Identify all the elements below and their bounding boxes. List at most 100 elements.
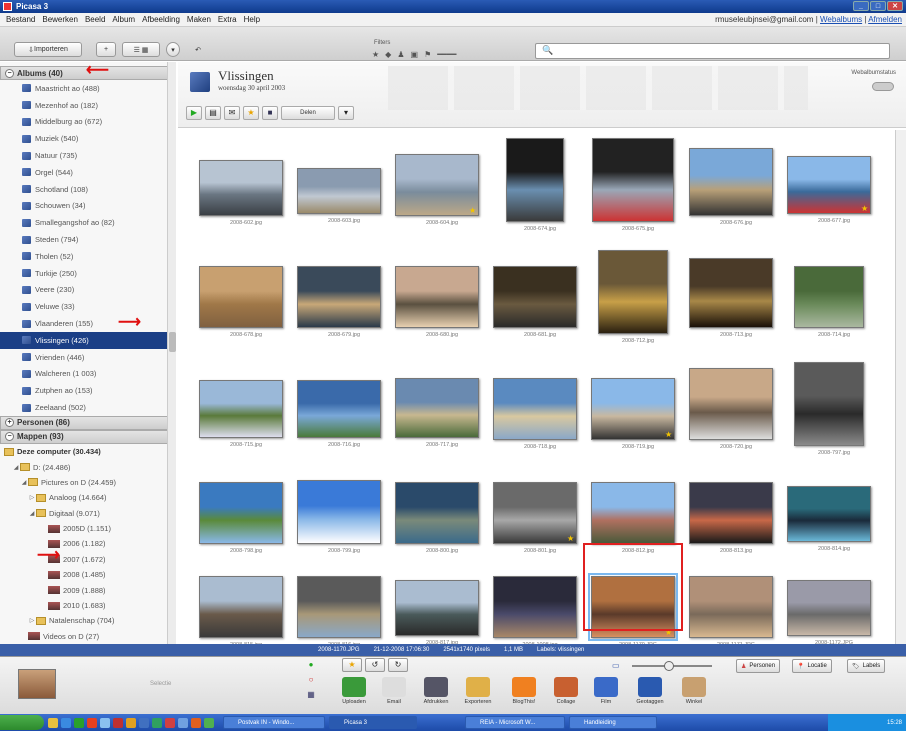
photo-thumbnail[interactable]: 2008-720.jpg [686,362,786,462]
tray-tool-button[interactable]: BlogThis! [506,677,542,705]
view-mode-toggle[interactable]: ☰ ▦ [122,42,160,57]
add-button[interactable]: + [96,42,116,57]
menu-item-help[interactable]: Help [244,15,260,24]
webalbums-link[interactable]: Webalbums [820,15,862,24]
print-icon[interactable]: ▤ [205,106,221,120]
photo-thumbnail[interactable]: 2008-712.jpg [588,250,688,350]
filter-slider[interactable]: ━━━━ [437,50,456,59]
photo-thumbnail[interactable]: 2008-680.jpg [392,250,492,350]
sidebar-album-item[interactable]: Mezenhof ao (182) [0,97,175,114]
tray-tool-button[interactable]: Winkel [676,677,712,705]
sidebar-album-item[interactable]: Natuur (735) [0,147,175,164]
expand-arrow-icon[interactable]: ▷ [28,617,36,624]
photo-image[interactable] [199,482,283,544]
photo-image[interactable] [297,168,381,214]
import-button[interactable]: ⇩ Importeren [14,42,82,57]
folder-tree-item[interactable]: Videos on D (27) [0,629,175,644]
quick-launch-icon[interactable] [139,717,149,728]
quick-launch-icon[interactable] [165,717,175,728]
tray-tool-button[interactable]: Uploaden [336,677,372,705]
photo-thumbnail[interactable]: 2008-676.jpg [686,138,786,238]
sidebar-album-item[interactable]: Vrienden (446) [0,349,175,366]
logout-link[interactable]: Afmelden [868,15,902,24]
add-to-album-icon[interactable]: ▦ [304,690,318,699]
photo-image[interactable] [199,576,283,638]
folder-tree-item[interactable]: 2010 (1.683) [0,598,175,613]
photo-image[interactable] [199,380,283,438]
photo-thumbnail[interactable]: 2008-713.jpg [686,250,786,350]
sidebar-album-item[interactable]: Middelburg ao (672) [0,114,175,131]
quick-launch-icon[interactable] [61,717,71,728]
folder-tree-item[interactable]: ◢ Pictures on D (24.459) [0,475,175,490]
photo-thumbnail[interactable]: 2008-814.jpg [784,466,884,566]
folder-tree-item[interactable]: ▷ Natalenschap (704) [0,613,175,628]
photo-image[interactable] [787,156,871,214]
photo-thumbnail[interactable]: ★ 2008-604.jpg [392,138,492,238]
play-slideshow-icon[interactable]: ▶ [186,106,202,120]
photo-thumbnail[interactable]: ★ 2008-719.jpg [588,362,688,462]
photo-image[interactable] [395,266,479,328]
photo-image[interactable] [787,580,871,636]
photo-thumbnail[interactable]: 2008-603.jpg [294,138,394,238]
photo-thumbnail[interactable]: 2008-679.jpg [294,250,394,350]
photo-image[interactable] [689,482,773,544]
email-icon[interactable]: ✉ [224,106,240,120]
location-button[interactable]: 📍 Locatie [792,659,832,673]
sidebar-album-item[interactable]: Schouwen (34) [0,198,175,215]
menu-item-bewerken[interactable]: Bewerken [42,15,78,24]
photo-image[interactable] [689,258,773,328]
people-button[interactable]: ♟ Personen [736,659,781,673]
menu-item-afbeelding[interactable]: Afbeelding [142,15,180,24]
photo-image[interactable] [689,368,773,440]
photo-image[interactable] [591,378,675,440]
quick-launch-icon[interactable] [113,717,123,728]
share-dropdown-icon[interactable]: ▾ [338,106,354,120]
photo-thumbnail[interactable]: 2008-714.jpg [784,250,884,350]
sidebar-album-item[interactable]: Walcheren (1 003) [0,366,175,383]
photo-image[interactable] [297,380,381,438]
photo-image[interactable] [591,482,675,544]
photo-thumbnail[interactable]: 2008-674.jpg [490,138,590,238]
photo-thumbnail[interactable]: 2008-798.jpg [196,466,296,566]
sidebar-album-item[interactable]: Steden (794) [0,231,175,248]
sidebar-scroll-thumb[interactable] [169,332,176,352]
search-input[interactable]: 🔍 [535,43,890,59]
photo-image[interactable] [493,482,577,544]
photo-thumbnail[interactable]: 2008-800.jpg [392,466,492,566]
folder-tree-item[interactable]: ◢ Digitaal (9.071) [0,506,175,521]
expand-arrow-icon[interactable]: ◢ [12,464,20,471]
quick-launch-icon[interactable] [100,717,110,728]
tray-tool-button[interactable]: Exporteren [460,677,496,705]
photo-thumbnail[interactable]: 2008-715.jpg [196,362,296,462]
task-word[interactable]: REIA - Microsoft W... [465,716,565,729]
sidebar-album-item[interactable]: Zeelaand (502) [0,399,175,416]
photo-image[interactable] [493,266,577,328]
labels-button[interactable]: 🏷 Labels [847,659,886,673]
collapse-icon[interactable]: − [5,68,14,78]
quick-launch-icon[interactable] [48,717,58,728]
folder-tree-item[interactable]: ◢ D: (24.486) [0,459,175,474]
movie-filter-icon[interactable]: ▣ [411,50,419,59]
sidebar-album-item[interactable]: Turkije (250) [0,265,175,282]
photo-thumbnail[interactable]: 2008-813.jpg [686,466,786,566]
star-icon[interactable]: ★ [342,658,362,672]
photo-image[interactable] [794,266,864,328]
quick-launch-icon[interactable] [152,717,162,728]
photo-image[interactable] [506,138,564,222]
minimize-button[interactable]: _ [853,1,869,11]
person-filter-icon[interactable]: ♟ [397,50,404,59]
photo-thumbnail[interactable]: 2008-716.jpg [294,362,394,462]
geotag-filter-icon[interactable]: ⚑ [424,50,431,59]
task-handleiding[interactable]: Handleiding [569,716,657,729]
photo-image[interactable] [794,362,864,446]
photo-image[interactable] [199,266,283,328]
zoom-knob[interactable] [664,661,674,671]
sidebar-album-item[interactable]: Orgel (544) [0,164,175,181]
maximize-button[interactable]: □ [870,1,886,11]
webalbum-sync-toggle[interactable] [872,82,894,91]
task-picasa[interactable]: Picasa 3 [329,716,417,729]
selected-photo-thumbnail[interactable] [18,669,56,699]
quick-launch-icon[interactable] [178,717,188,728]
sidebar-album-item[interactable]: Maastricht ao (488) [0,80,175,97]
photo-image[interactable] [787,486,871,542]
